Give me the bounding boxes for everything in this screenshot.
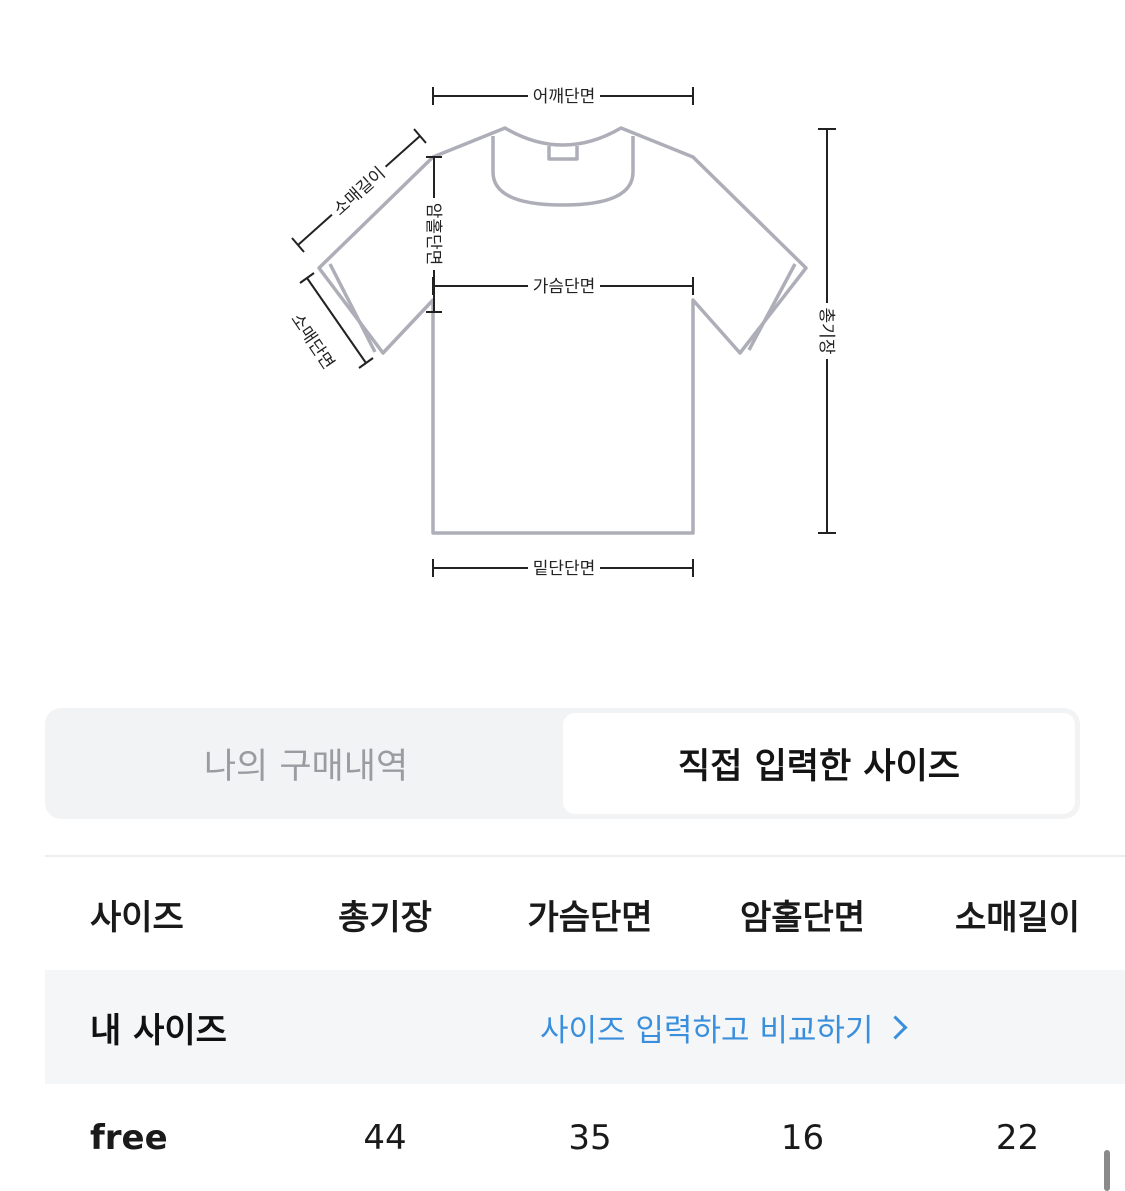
tab-purchase-history[interactable]: 나의 구매내역 bbox=[50, 713, 562, 814]
hem-label: 밑단단면 bbox=[533, 559, 596, 579]
chevron-right-icon bbox=[883, 1014, 908, 1040]
sleeve-length-label: 소매길이 bbox=[330, 163, 390, 220]
my-size-row: 내 사이즈 사이즈 입력하고 비교하기 bbox=[45, 970, 1125, 1084]
header-armhole: 암홀단면 bbox=[739, 897, 866, 938]
tshirt-body-outline bbox=[317, 126, 808, 535]
table-top-divider bbox=[45, 855, 1125, 857]
header-total-length: 총기장 bbox=[338, 897, 432, 938]
shoulder-label: 어깨단면 bbox=[533, 87, 596, 107]
row-size-name: free bbox=[90, 1117, 168, 1158]
row-chest: 35 bbox=[568, 1117, 612, 1158]
header-chest: 가슴단면 bbox=[527, 897, 653, 938]
header-size: 사이즈 bbox=[90, 897, 184, 938]
vertical-scrollbar[interactable] bbox=[1104, 1150, 1110, 1191]
tshirt-label bbox=[547, 146, 579, 161]
row-total-length: 44 bbox=[363, 1117, 407, 1158]
my-size-label: 내 사이즈 bbox=[90, 1010, 227, 1051]
header-sleeve-length: 소매길이 bbox=[954, 897, 1081, 938]
total-length-label: 총기장 bbox=[816, 308, 836, 355]
compare-link-text: 사이즈 입력하고 비교하기 bbox=[540, 1012, 874, 1049]
size-guide-diagram: 어깨단면 가슴단면 밑단단면 암홀단면 총기장 소매길이 소매단면 bbox=[286, 84, 839, 580]
row-sleeve-length: 22 bbox=[995, 1117, 1040, 1158]
armhole-label: 암홀단면 bbox=[423, 203, 443, 266]
size-table-header: 사이즈 총기장 가슴단면 암홀단면 소매길이 bbox=[45, 858, 1125, 970]
left-cuff-line bbox=[328, 263, 377, 353]
sleeve-opening-label: 소매단면 bbox=[286, 310, 338, 373]
right-cuff-line bbox=[747, 263, 797, 351]
enter-size-compare-link[interactable]: 사이즈 입력하고 비교하기 bbox=[540, 970, 908, 1084]
tab-entered-size[interactable]: 직접 입력한 사이즈 bbox=[563, 713, 1075, 814]
chest-label: 가슴단면 bbox=[533, 277, 596, 297]
row-armhole: 16 bbox=[780, 1117, 825, 1158]
tshirt-illustration bbox=[317, 126, 808, 535]
table-row: free 44 35 16 22 bbox=[45, 1084, 1125, 1191]
size-source-tabs: 나의 구매내역 직접 입력한 사이즈 bbox=[45, 708, 1080, 819]
